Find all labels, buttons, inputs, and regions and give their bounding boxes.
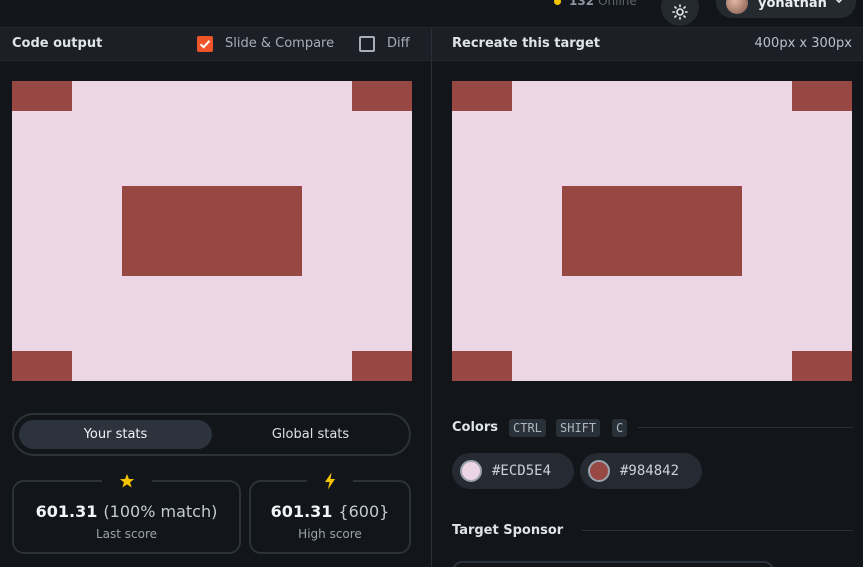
corner-block-bottom-right: [352, 351, 412, 381]
target-size-label: 400px x 300px: [754, 36, 852, 51]
slide-compare-label[interactable]: Slide & Compare: [225, 36, 334, 51]
center-block: [562, 186, 742, 276]
shortcut-key-shift: SHIFT: [556, 419, 601, 437]
online-dot-icon: [554, 0, 561, 5]
code-output-canvas[interactable]: [12, 81, 412, 381]
code-output-title: Code output: [12, 36, 103, 51]
high-score: 601.31 {600}: [251, 502, 409, 521]
sponsor-box[interactable]: [452, 561, 774, 567]
sponsor-divider: [582, 530, 853, 531]
online-label: Online: [598, 0, 637, 8]
username: yohathan: [758, 0, 827, 11]
high-score-label: High score: [298, 527, 362, 541]
your-stats-tab[interactable]: Your stats: [19, 420, 212, 449]
target-sponsor-title: Target Sponsor: [452, 523, 564, 538]
corner-block-top-right: [352, 81, 412, 111]
last-score-value: 601.31: [35, 502, 98, 521]
colors-divider: [638, 427, 853, 428]
corner-block-top-right: [792, 81, 852, 111]
theme-toggle-button[interactable]: [661, 0, 699, 26]
online-count: 132: [569, 0, 595, 8]
corner-block-bottom-left: [452, 351, 512, 381]
last-score-detail: (100% match): [103, 502, 218, 521]
shortcut-key-ctrl: CTRL: [509, 419, 546, 437]
high-score-detail: {600}: [338, 502, 390, 521]
last-score-label: Last score: [95, 527, 158, 541]
user-menu-button[interactable]: yohathan: [716, 0, 856, 18]
last-score: 601.31 (100% match): [14, 502, 239, 521]
high-score-card: 601.31 {600} High score: [249, 469, 411, 554]
corner-block-top-left: [12, 81, 72, 111]
panel-divider: [431, 28, 432, 567]
chevron-down-icon: [835, 0, 843, 3]
target-title: Recreate this target: [452, 36, 601, 51]
checkmark-icon: [199, 40, 211, 49]
star-icon: [114, 469, 139, 493]
target-header: Recreate this target 400px x 300px: [432, 28, 863, 61]
color-swatch[interactable]: #ECD5E4: [452, 453, 574, 489]
avatar: [726, 0, 748, 14]
color-dot: [460, 460, 482, 482]
last-score-card: 601.31 (100% match) Last score: [12, 469, 241, 554]
corner-block-top-left: [452, 81, 512, 111]
stats-toggle: Your stats Global stats: [12, 413, 411, 456]
color-dot: [588, 460, 610, 482]
diff-checkbox[interactable]: [359, 36, 375, 52]
color-swatch[interactable]: #984842: [580, 453, 702, 489]
online-indicator: 132 Online: [554, 0, 637, 8]
sun-icon: [672, 3, 688, 20]
corner-block-bottom-left: [12, 351, 72, 381]
top-bar: 132 Online yohathan: [0, 0, 863, 28]
colors-title: Colors: [452, 420, 499, 435]
shortcut-key-c: C: [612, 419, 628, 437]
corner-block-bottom-right: [792, 351, 852, 381]
lightning-icon: [318, 469, 342, 493]
target-canvas: [452, 81, 852, 381]
color-code: #984842: [620, 463, 680, 479]
diff-label[interactable]: Diff: [387, 36, 410, 51]
global-stats-tab[interactable]: Global stats: [214, 420, 407, 449]
code-output-header: Code output Slide & Compare Diff: [0, 28, 431, 61]
center-block: [122, 186, 302, 276]
high-score-value: 601.31: [270, 502, 333, 521]
color-code: #ECD5E4: [492, 463, 552, 479]
slide-compare-checkbox[interactable]: [197, 36, 213, 52]
